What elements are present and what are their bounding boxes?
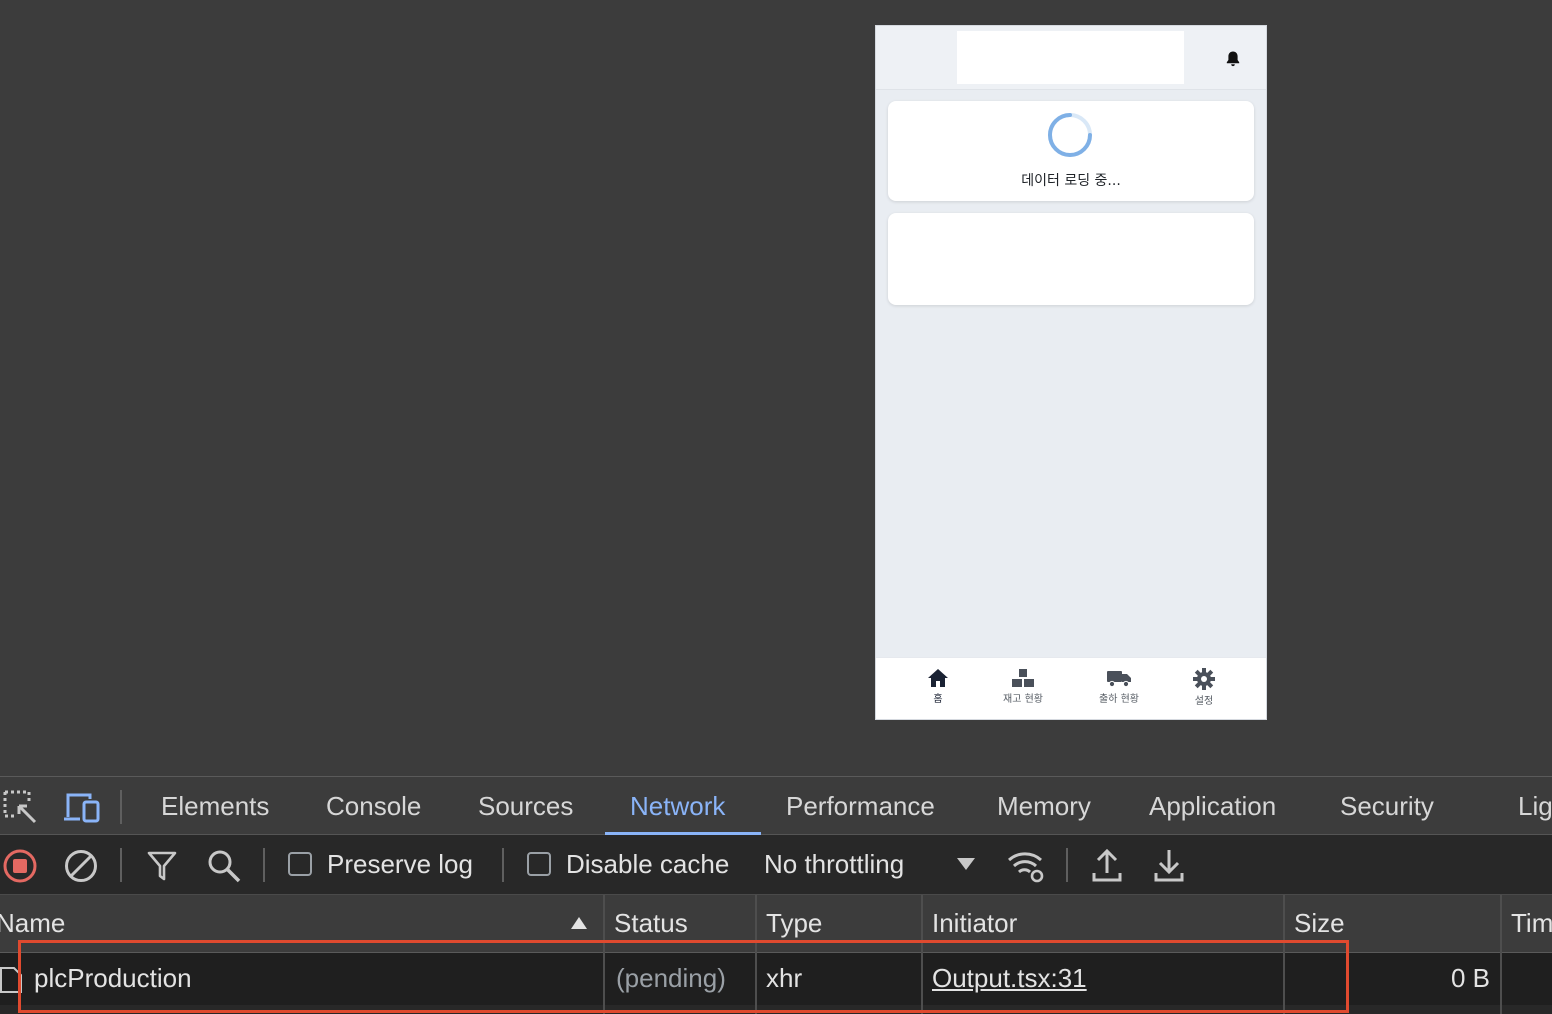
nav-label-home: 홈	[933, 694, 943, 705]
boxes-icon	[1012, 669, 1034, 687]
network-request-table: Name Status Type Initiator Size Tim plcP…	[0, 895, 1552, 1014]
document-icon	[0, 967, 22, 993]
header-logo-placeholder	[957, 31, 1184, 84]
request-size: 0 B	[1450, 963, 1490, 993]
separator	[1066, 848, 1068, 882]
column-header-time[interactable]: Tim	[1511, 908, 1552, 939]
chevron-down-icon[interactable]	[956, 857, 976, 871]
tab-lighthouse[interactable]: Lig	[1518, 791, 1552, 822]
preserve-log-checkbox[interactable]	[288, 852, 312, 876]
nav-label-settings: 설정	[1194, 696, 1214, 707]
loading-text: 데이터 로딩 중...	[1021, 173, 1121, 189]
loading-spinner-icon	[1048, 113, 1092, 157]
request-name[interactable]: plcProduction	[34, 963, 192, 994]
tab-security[interactable]: Security	[1340, 791, 1434, 822]
column-header-size[interactable]: Size	[1294, 908, 1345, 939]
tab-sources[interactable]: Sources	[478, 791, 573, 822]
separator	[120, 790, 122, 824]
home-icon	[928, 669, 948, 687]
separator	[263, 848, 265, 882]
disable-cache-label: Disable cache	[566, 849, 730, 879]
request-initiator-link[interactable]: Output.tsx:31	[932, 963, 1087, 994]
devtools-panel: Elements Console Sources Network Perform…	[0, 776, 1552, 1014]
device-viewport-area: 데이터 로딩 중... 홈 재고 현황 출하 현황 설정	[0, 0, 1552, 776]
tab-console[interactable]: Console	[326, 791, 421, 822]
separator	[120, 848, 122, 882]
device-toolbar-icon[interactable]	[62, 791, 102, 823]
truck-icon	[1107, 671, 1131, 688]
network-conditions-icon[interactable]	[1006, 848, 1046, 884]
devtools-tab-bar: Elements Console Sources Network Perform…	[0, 776, 1552, 835]
nav-item-inventory[interactable]: 재고 현황	[983, 668, 1063, 705]
record-stop-icon[interactable]	[2, 848, 38, 884]
app-header	[876, 26, 1266, 90]
column-divider[interactable]	[921, 895, 923, 1014]
mobile-app-frame: 데이터 로딩 중... 홈 재고 현황 출하 현황 설정	[875, 25, 1267, 720]
tab-network[interactable]: Network	[630, 791, 725, 822]
table-row[interactable]: plcProduction (pending) xhr Output.tsx:3…	[0, 953, 1552, 1005]
tab-performance[interactable]: Performance	[786, 791, 935, 822]
nav-label-inventory: 재고 현황	[1003, 694, 1043, 705]
throttling-select[interactable]: No throttling	[764, 849, 904, 880]
nav-item-shipping[interactable]: 출하 현황	[1079, 668, 1159, 705]
preserve-log-label: Preserve log	[327, 849, 473, 879]
column-divider[interactable]	[603, 895, 605, 1014]
bell-icon[interactable]	[1225, 50, 1241, 68]
request-status: (pending)	[616, 963, 726, 993]
tab-memory[interactable]: Memory	[997, 791, 1091, 822]
network-toolbar: Preserve log Disable cache No throttling	[0, 835, 1552, 895]
tab-application[interactable]: Application	[1149, 791, 1276, 822]
request-type: xhr	[766, 963, 803, 993]
column-divider[interactable]	[755, 895, 757, 1014]
inspect-element-icon[interactable]	[2, 789, 38, 825]
column-header-name[interactable]: Name	[0, 908, 65, 939]
separator	[502, 848, 504, 882]
nav-item-home[interactable]: 홈	[898, 668, 978, 705]
clear-icon[interactable]	[63, 848, 99, 884]
column-divider[interactable]	[1283, 895, 1285, 1014]
nav-item-settings[interactable]: 설정	[1164, 668, 1244, 707]
import-har-icon[interactable]	[1091, 847, 1123, 883]
table-header: Name Status Type Initiator Size Tim	[0, 895, 1552, 953]
filter-icon[interactable]	[146, 850, 178, 882]
tab-elements[interactable]: Elements	[161, 791, 269, 822]
content-card	[888, 213, 1254, 305]
export-har-icon[interactable]	[1153, 847, 1185, 883]
column-header-status[interactable]: Status	[614, 908, 688, 939]
search-icon[interactable]	[206, 848, 242, 884]
column-divider[interactable]	[1500, 895, 1502, 1014]
loading-card: 데이터 로딩 중...	[888, 101, 1254, 201]
sort-ascending-icon	[571, 917, 587, 929]
gear-icon	[1193, 668, 1215, 690]
column-header-type[interactable]: Type	[766, 908, 822, 939]
bottom-navigation: 홈 재고 현황 출하 현황 설정	[876, 657, 1266, 719]
disable-cache-checkbox[interactable]	[527, 852, 551, 876]
column-header-initiator[interactable]: Initiator	[932, 908, 1017, 939]
nav-label-shipping: 출하 현황	[1099, 694, 1139, 705]
